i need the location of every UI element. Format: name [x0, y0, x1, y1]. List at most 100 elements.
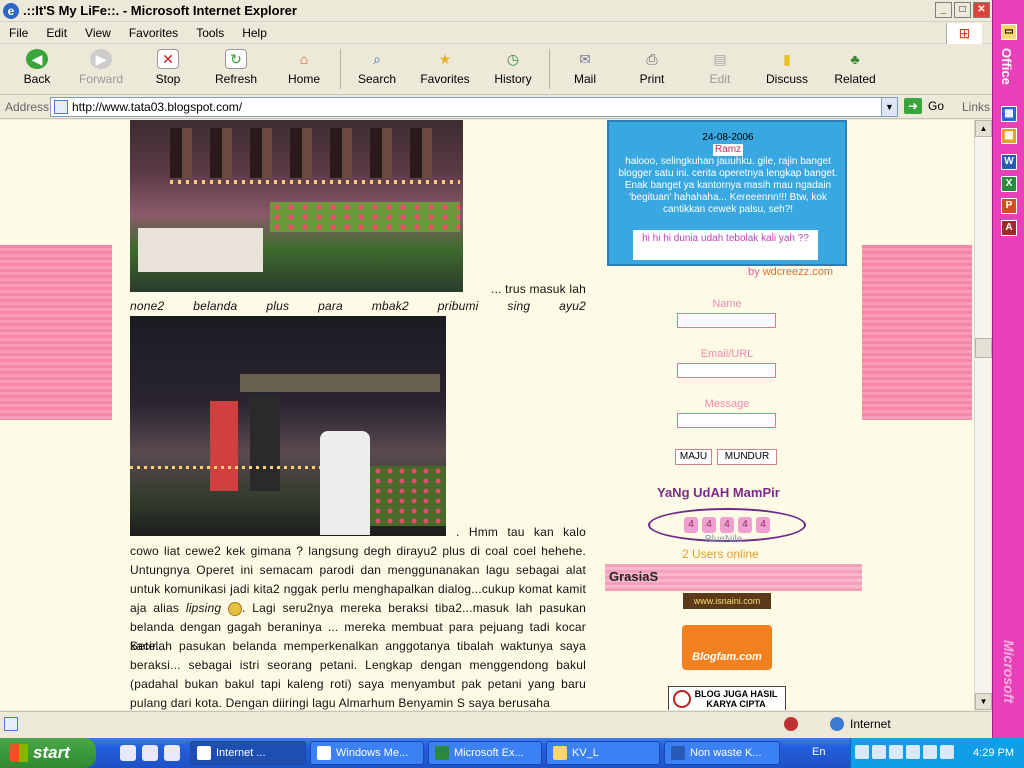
name-input[interactable]	[677, 313, 776, 328]
powerpoint-icon[interactable]: P	[1001, 198, 1017, 214]
tray-icon[interactable]	[923, 745, 937, 759]
tray-icon[interactable]	[940, 745, 954, 759]
address-dropdown-button[interactable]: ▼	[881, 98, 897, 116]
system-tray: 4:29 PM	[850, 738, 1024, 768]
quicklaunch-ie-icon[interactable]	[120, 745, 136, 761]
message-label: Message	[704, 398, 750, 410]
minimize-button[interactable]: _	[935, 2, 952, 18]
window-title: .::It'S My LiFe::. - Microsoft Internet …	[23, 3, 297, 18]
tray-icon[interactable]	[855, 745, 869, 759]
address-label: Address	[5, 100, 50, 114]
menu-favorites[interactable]: Favorites	[120, 26, 187, 40]
right-decoration	[862, 245, 972, 420]
links-button[interactable]: Links	[962, 100, 990, 114]
search-button[interactable]: ⌕ Search	[345, 49, 409, 91]
mail-icon: ✉	[579, 50, 591, 67]
menu-view[interactable]: View	[76, 26, 120, 40]
home-icon: ⌂	[299, 51, 309, 67]
forward-button[interactable]: ▶ Forward	[66, 49, 136, 91]
tray-icon[interactable]	[872, 745, 886, 759]
menu-help[interactable]: Help	[233, 26, 276, 40]
menu-file[interactable]: File	[0, 26, 37, 40]
scroll-thumb[interactable]	[975, 338, 992, 358]
copyright-badge[interactable]: BLOG JUGA HASIL KARYA CIPTA	[668, 686, 786, 710]
left-decoration	[0, 245, 112, 420]
maximize-button[interactable]: □	[954, 2, 971, 18]
vertical-scrollbar[interactable]: ▲ ▼	[974, 120, 992, 710]
media-player-icon	[317, 746, 331, 760]
office-app-icon[interactable]: ▦	[1001, 106, 1017, 122]
favorites-button[interactable]: ★ Favorites	[409, 49, 481, 91]
mail-button[interactable]: ✉ Mail	[554, 49, 616, 91]
maju-button[interactable]: MAJU	[675, 449, 712, 465]
visitor-title: YaNg UdAH MamPir	[657, 485, 780, 500]
related-icon: ♣	[850, 51, 860, 67]
folder-icon	[553, 746, 567, 760]
related-button[interactable]: ♣ Related	[822, 49, 888, 91]
scroll-down-button[interactable]: ▼	[975, 693, 992, 710]
back-arrow-icon: ◀	[26, 49, 48, 69]
start-button[interactable]: start	[0, 738, 96, 768]
post-text-line: none2 belanda plus para mbak2 pribumi si…	[130, 299, 586, 313]
ie-icon: e	[3, 2, 19, 19]
history-icon: ◷	[506, 50, 520, 67]
popup-blocked-icon	[784, 717, 798, 731]
excel-icon[interactable]: X	[1001, 176, 1017, 192]
word-icon[interactable]: W	[1001, 154, 1017, 170]
task-folder[interactable]: KV_L	[546, 741, 660, 765]
quicklaunch-ie-icon[interactable]	[142, 745, 158, 761]
task-word-document[interactable]: Non waste K...	[664, 741, 780, 765]
back-button[interactable]: ◀ Back	[8, 49, 66, 91]
shoutbox-credit-link[interactable]: wdcreezz.com	[763, 266, 833, 278]
mundur-button[interactable]: MUNDUR	[717, 449, 777, 465]
task-windows-media[interactable]: Windows Me...	[310, 741, 424, 765]
address-input[interactable]: http://www.tata03.blogspot.com/ ▼	[50, 97, 898, 117]
go-button[interactable]: ➜ Go	[904, 98, 944, 114]
edit-button[interactable]: ▤ Edit	[688, 49, 752, 91]
home-button[interactable]: ⌂ Home	[272, 49, 336, 91]
comment-date: 24-08-2006	[702, 132, 754, 143]
clock[interactable]: 4:29 PM	[973, 747, 1014, 759]
status-bar: Internet	[0, 711, 992, 736]
go-arrow-icon: ➜	[904, 98, 922, 114]
email-input[interactable]	[677, 363, 776, 378]
quicklaunch-folder-icon[interactable]	[164, 745, 180, 761]
print-button[interactable]: ⎙ Print	[616, 49, 688, 91]
stop-button[interactable]: ✕ Stop	[136, 49, 200, 91]
task-internet-explorer[interactable]: Internet ...	[190, 741, 306, 765]
office-folder-icon[interactable]: ▭	[1001, 24, 1017, 40]
no-sign-icon	[673, 690, 691, 708]
scroll-up-button[interactable]: ▲	[975, 120, 992, 137]
discuss-button[interactable]: ▮ Discuss	[752, 49, 822, 91]
task-microsoft-excel[interactable]: Microsoft Ex...	[428, 741, 542, 765]
isnaini-badge[interactable]: www.isnaini.com	[683, 593, 771, 609]
title-bar: e .::It'S My LiFe::. - Microsoft Interne…	[0, 0, 992, 22]
standard-toolbar: ◀ Back ▶ Forward ✕ Stop ↻ Refresh ⌂ Home…	[0, 45, 992, 95]
office-label: Office	[999, 48, 1014, 85]
post-paragraph: Setelah pasukan belanda memperkenalkan a…	[130, 639, 586, 710]
close-button[interactable]: ✕	[973, 2, 990, 18]
tray-icon[interactable]	[906, 745, 920, 759]
access-icon[interactable]: A	[1001, 220, 1017, 236]
page-icon	[54, 100, 68, 114]
grasias-heading: GrasiaS	[605, 564, 862, 591]
discuss-icon: ▮	[783, 50, 791, 67]
menu-tools[interactable]: Tools	[187, 26, 233, 40]
comment-user[interactable]: Ramz	[712, 144, 744, 156]
microsoft-label: Microsoft	[1001, 640, 1017, 703]
office-app-icon[interactable]: ▦	[1001, 128, 1017, 144]
stop-icon: ✕	[157, 49, 179, 69]
language-indicator[interactable]: En	[812, 746, 825, 758]
printer-icon: ⎙	[646, 50, 658, 67]
counter-digit: 4	[756, 517, 770, 533]
counter-digit: 4	[738, 517, 752, 533]
tray-icon[interactable]	[889, 745, 903, 759]
history-button[interactable]: ◷ History	[481, 49, 545, 91]
search-icon: ⌕	[373, 50, 381, 67]
name-label: Name	[712, 298, 742, 310]
menu-edit[interactable]: Edit	[37, 26, 76, 40]
refresh-button[interactable]: ↻ Refresh	[200, 49, 272, 91]
message-input[interactable]	[677, 413, 776, 428]
edit-icon: ▤	[713, 50, 727, 67]
blogfam-badge[interactable]: Blogfam.com	[682, 625, 772, 670]
